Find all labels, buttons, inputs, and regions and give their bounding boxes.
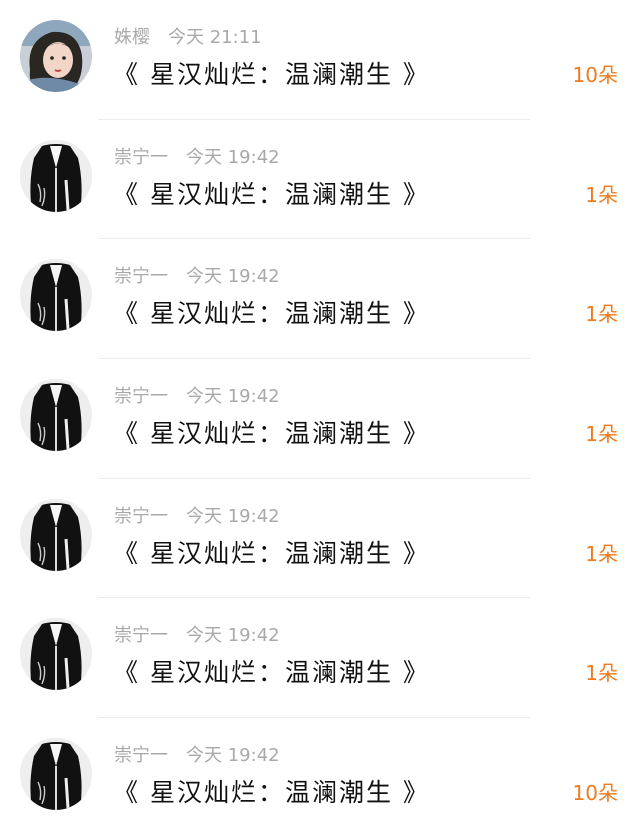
timestamp: 今天 19:42 xyxy=(186,625,280,647)
gift-record-list: 姝樱 今天 21:11 《 星汉灿烂：温澜潮生 》 10朵 崇宁一 今天 19:42… xyxy=(0,0,640,815)
gift-count: 1朵 xyxy=(585,541,618,566)
timestamp: 今天 19:42 xyxy=(186,386,280,408)
row-meta: 崇宁一 今天 19:42 xyxy=(114,385,280,409)
gift-count: 1朵 xyxy=(585,422,618,447)
list-item[interactable]: 崇宁一 今天 19:42 《 星汉灿烂：温澜潮生 》 10朵 xyxy=(0,718,640,838)
username[interactable]: 崇宁一 xyxy=(114,625,168,646)
username[interactable]: 姝樱 xyxy=(114,27,150,48)
avatar[interactable] xyxy=(20,618,92,691)
black-robe-avatar-icon xyxy=(20,259,92,332)
list-item[interactable]: 崇宁一 今天 19:42 《 星汉灿烂：温澜潮生 》 1朵 xyxy=(0,359,640,479)
gift-count: 10朵 xyxy=(572,63,618,87)
row-meta: 姝樱 今天 21:11 xyxy=(114,26,262,50)
username[interactable]: 崇宁一 xyxy=(114,506,168,527)
avatar[interactable] xyxy=(20,738,92,811)
username[interactable]: 崇宁一 xyxy=(114,147,168,168)
row-meta: 崇宁一 今天 19:42 xyxy=(114,744,280,768)
row-meta: 崇宁一 今天 19:42 xyxy=(114,624,280,648)
black-robe-avatar-icon xyxy=(20,738,92,811)
work-title[interactable]: 《 星汉灿烂：温澜潮生 》 xyxy=(113,776,430,810)
timestamp: 今天 19:42 xyxy=(186,266,280,288)
list-item[interactable]: 崇宁一 今天 19:42 《 星汉灿烂：温澜潮生 》 1朵 xyxy=(0,479,640,599)
timestamp: 今天 19:42 xyxy=(186,146,280,168)
work-title[interactable]: 《 星汉灿烂：温澜潮生 》 xyxy=(113,656,430,690)
work-title[interactable]: 《 星汉灿烂：温澜潮生 》 xyxy=(113,178,430,212)
work-title[interactable]: 《 星汉灿烂：温澜潮生 》 xyxy=(113,297,430,331)
woman-portrait-avatar-icon xyxy=(20,20,92,92)
avatar[interactable] xyxy=(20,259,92,332)
gift-count: 10朵 xyxy=(572,781,618,806)
list-item[interactable]: 姝樱 今天 21:11 《 星汉灿烂：温澜潮生 》 10朵 xyxy=(0,0,640,120)
username[interactable]: 崇宁一 xyxy=(114,745,168,766)
username[interactable]: 崇宁一 xyxy=(114,386,168,407)
timestamp: 今天 21:11 xyxy=(168,27,262,48)
avatar[interactable] xyxy=(20,139,92,212)
row-meta: 崇宁一 今天 19:42 xyxy=(114,505,280,529)
avatar[interactable] xyxy=(20,379,92,452)
gift-count: 1朵 xyxy=(585,302,618,327)
list-item[interactable]: 崇宁一 今天 19:42 《 星汉灿烂：温澜潮生 》 1朵 xyxy=(0,120,640,240)
list-item[interactable]: 崇宁一 今天 19:42 《 星汉灿烂：温澜潮生 》 1朵 xyxy=(0,239,640,359)
username[interactable]: 崇宁一 xyxy=(114,266,168,287)
gift-count: 1朵 xyxy=(585,182,618,207)
work-title[interactable]: 《 星汉灿烂：温澜潮生 》 xyxy=(113,58,430,92)
timestamp: 今天 19:42 xyxy=(186,745,280,767)
black-robe-avatar-icon xyxy=(20,379,92,452)
list-item[interactable]: 崇宁一 今天 19:42 《 星汉灿烂：温澜潮生 》 1朵 xyxy=(0,598,640,718)
avatar[interactable] xyxy=(20,20,92,92)
black-robe-avatar-icon xyxy=(20,498,92,571)
row-meta: 崇宁一 今天 19:42 xyxy=(114,265,280,289)
work-title[interactable]: 《 星汉灿烂：温澜潮生 》 xyxy=(113,537,430,571)
avatar[interactable] xyxy=(20,498,92,571)
black-robe-avatar-icon xyxy=(20,618,92,691)
gift-count: 1朵 xyxy=(585,661,618,686)
timestamp: 今天 19:42 xyxy=(186,505,280,527)
row-meta: 崇宁一 今天 19:42 xyxy=(114,146,280,170)
work-title[interactable]: 《 星汉灿烂：温澜潮生 》 xyxy=(113,417,430,451)
black-robe-avatar-icon xyxy=(20,139,92,212)
